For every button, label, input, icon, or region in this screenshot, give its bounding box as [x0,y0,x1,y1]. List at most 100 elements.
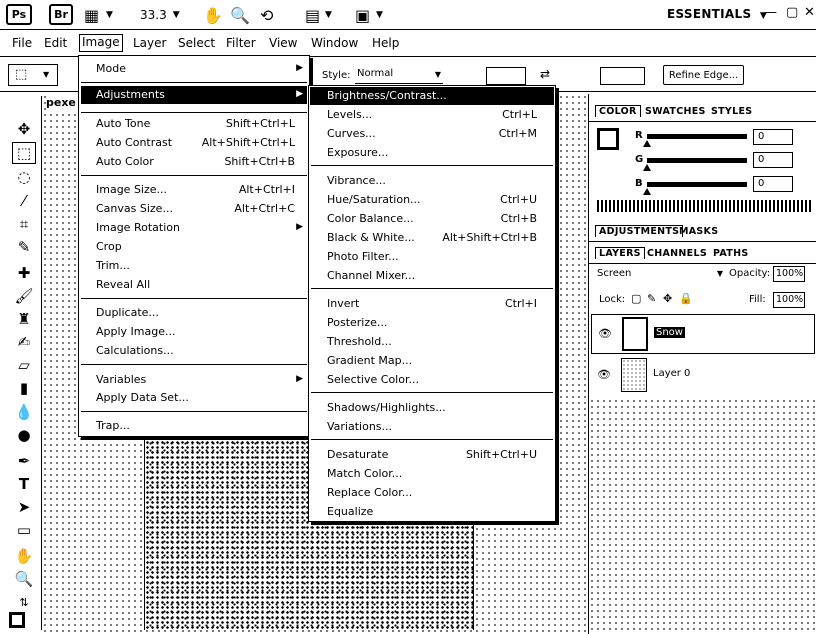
zoom-tool-icon[interactable]: 🔍 [230,4,250,26]
view-extras-icon[interactable]: ▦ [84,4,99,26]
tab-masks[interactable]: MASKS [679,226,718,237]
rotate-view-icon[interactable]: ⟲ [260,4,273,26]
red-slider-track[interactable] [647,134,747,139]
quick-select-icon[interactable]: ⁄ [12,190,36,212]
refine-edge-button[interactable]: Refine Edge... [663,65,744,85]
menu-item-image-size[interactable]: Image Size... [96,183,167,196]
type-icon[interactable]: T [12,473,36,495]
tab-swatches[interactable]: SWATCHES [645,106,706,117]
crop-icon[interactable]: ⌗ [12,213,36,235]
blur-icon[interactable]: 💧 [12,401,36,423]
menu-item-canvas-size[interactable]: Canvas Size... [96,202,173,215]
menu-image[interactable]: Image [79,34,123,52]
tab-adjustments[interactable]: ADJUSTMENTS [595,225,684,237]
lock-transparent-icon[interactable]: ▢ [631,292,641,305]
menu-item-equalize[interactable]: Equalize [327,505,373,518]
screen-mode-icon[interactable]: ▣ [355,4,370,26]
pen-icon[interactable]: ✒ [12,450,36,472]
tool-preset-picker[interactable]: ⬚ ▼ [8,64,58,86]
foreground-color-box[interactable] [597,128,619,150]
marquee-icon[interactable]: ⬚ [12,142,36,164]
eraser-icon[interactable]: ▱ [12,354,36,376]
menu-item-brightness-contrast[interactable]: Brightness/Contrast... [310,87,554,105]
healing-icon[interactable]: ✚ [12,262,36,284]
tab-layers[interactable]: LAYERS [595,247,645,259]
red-value-field[interactable]: 0 [753,129,793,145]
eye-icon[interactable]: 👁 [597,368,611,381]
menu-item-variables[interactable]: Variables [96,373,146,386]
menu-item-mode[interactable]: Mode [96,62,126,75]
dodge-icon[interactable]: ● [12,424,36,446]
chevron-down-icon[interactable]: ▼ [376,4,383,26]
menu-item-threshold[interactable]: Threshold... [327,335,392,348]
layer-row-layer-0[interactable]: 👁 Layer 0 [591,356,815,396]
menu-item-curves[interactable]: Curves... [327,127,376,140]
fill-field[interactable]: 100% [773,292,805,308]
menu-item-posterize[interactable]: Posterize... [327,316,387,329]
red-slider-thumb[interactable] [643,140,651,147]
shape-icon[interactable]: ▭ [12,519,36,541]
swap-colors-icon[interactable]: ⇅ [12,591,36,613]
menu-item-reveal-all[interactable]: Reveal All [96,278,150,291]
eye-icon[interactable]: 👁 [598,327,612,340]
menu-item-replace-color[interactable]: Replace Color... [327,486,412,499]
menu-item-gradient-map[interactable]: Gradient Map... [327,354,412,367]
menu-filter[interactable]: Filter [226,36,256,50]
menu-item-vibrance[interactable]: Vibrance... [327,174,386,187]
blue-value-field[interactable]: 0 [753,176,793,192]
green-slider-track[interactable] [647,158,747,163]
move-icon[interactable]: ✥ [12,118,36,140]
zoom-level-field[interactable]: 33.3 ▼ [140,6,180,24]
layer-row-snow[interactable]: 👁 Snow [591,314,815,354]
path-select-icon[interactable]: ➤ [12,496,36,518]
opacity-field[interactable]: 100% [773,266,805,282]
menu-item-trim[interactable]: Trim... [96,259,130,272]
menu-item-auto-contrast[interactable]: Auto Contrast [96,136,172,149]
maximize-icon[interactable]: ▢ [786,5,798,20]
menu-view[interactable]: View [269,36,297,50]
style-select[interactable]: Normal ▼ [355,68,443,84]
green-slider-thumb[interactable] [643,164,651,171]
menu-item-auto-tone[interactable]: Auto Tone [96,117,150,130]
foreground-color-swatch[interactable] [9,612,25,628]
menu-item-trap[interactable]: Trap... [96,419,130,432]
zoom-icon[interactable]: 🔍 [12,568,36,590]
color-spectrum-bar[interactable] [597,200,811,212]
tab-paths[interactable]: PATHS [713,248,748,259]
menu-item-apply-data-set[interactable]: Apply Data Set... [96,391,189,404]
menu-item-invert[interactable]: Invert [327,297,359,310]
menu-item-levels[interactable]: Levels... [327,108,372,121]
brush-icon[interactable]: 🖌 [12,285,36,307]
menu-item-duplicate[interactable]: Duplicate... [96,306,159,319]
width-input[interactable] [486,67,526,85]
workspace-switcher[interactable]: ESSENTIALS ▼ [667,7,767,21]
green-value-field[interactable]: 0 [753,152,793,168]
menu-item-channel-mixer[interactable]: Channel Mixer... [327,269,415,282]
menu-item-calculations[interactable]: Calculations... [96,344,174,357]
height-input[interactable] [600,67,645,85]
hand-tool-icon[interactable]: ✋ [203,4,223,26]
bridge-button[interactable]: Br [49,4,73,25]
layer-name[interactable]: Snow [654,327,685,338]
swap-dimensions-icon[interactable]: ⇄ [540,67,551,81]
lock-all-icon[interactable]: 🔒 [679,292,693,305]
menu-item-hue-saturation[interactable]: Hue/Saturation... [327,193,421,206]
menu-help[interactable]: Help [372,36,399,50]
tab-styles[interactable]: STYLES [711,106,752,117]
menu-item-desaturate[interactable]: Desaturate [327,448,388,461]
clone-stamp-icon[interactable]: ♜ [12,308,36,330]
close-icon[interactable]: ✕ [804,5,815,20]
menu-edit[interactable]: Edit [44,36,67,50]
chevron-down-icon[interactable]: ▼ [325,4,332,26]
lock-position-icon[interactable]: ✥ [663,292,672,305]
menu-item-photo-filter[interactable]: Photo Filter... [327,250,399,263]
blend-mode-select[interactable]: Screen ▼ [597,268,723,282]
menu-item-color-balance[interactable]: Color Balance... [327,212,414,225]
history-brush-icon[interactable]: ✍ [12,331,36,353]
blue-slider-thumb[interactable] [643,188,651,195]
menu-item-apply-image[interactable]: Apply Image... [96,325,176,338]
menu-item-auto-color[interactable]: Auto Color [96,155,154,168]
menu-item-crop[interactable]: Crop [96,240,122,253]
tab-color[interactable]: COLOR [595,105,641,117]
tab-channels[interactable]: CHANNELS [647,248,707,259]
